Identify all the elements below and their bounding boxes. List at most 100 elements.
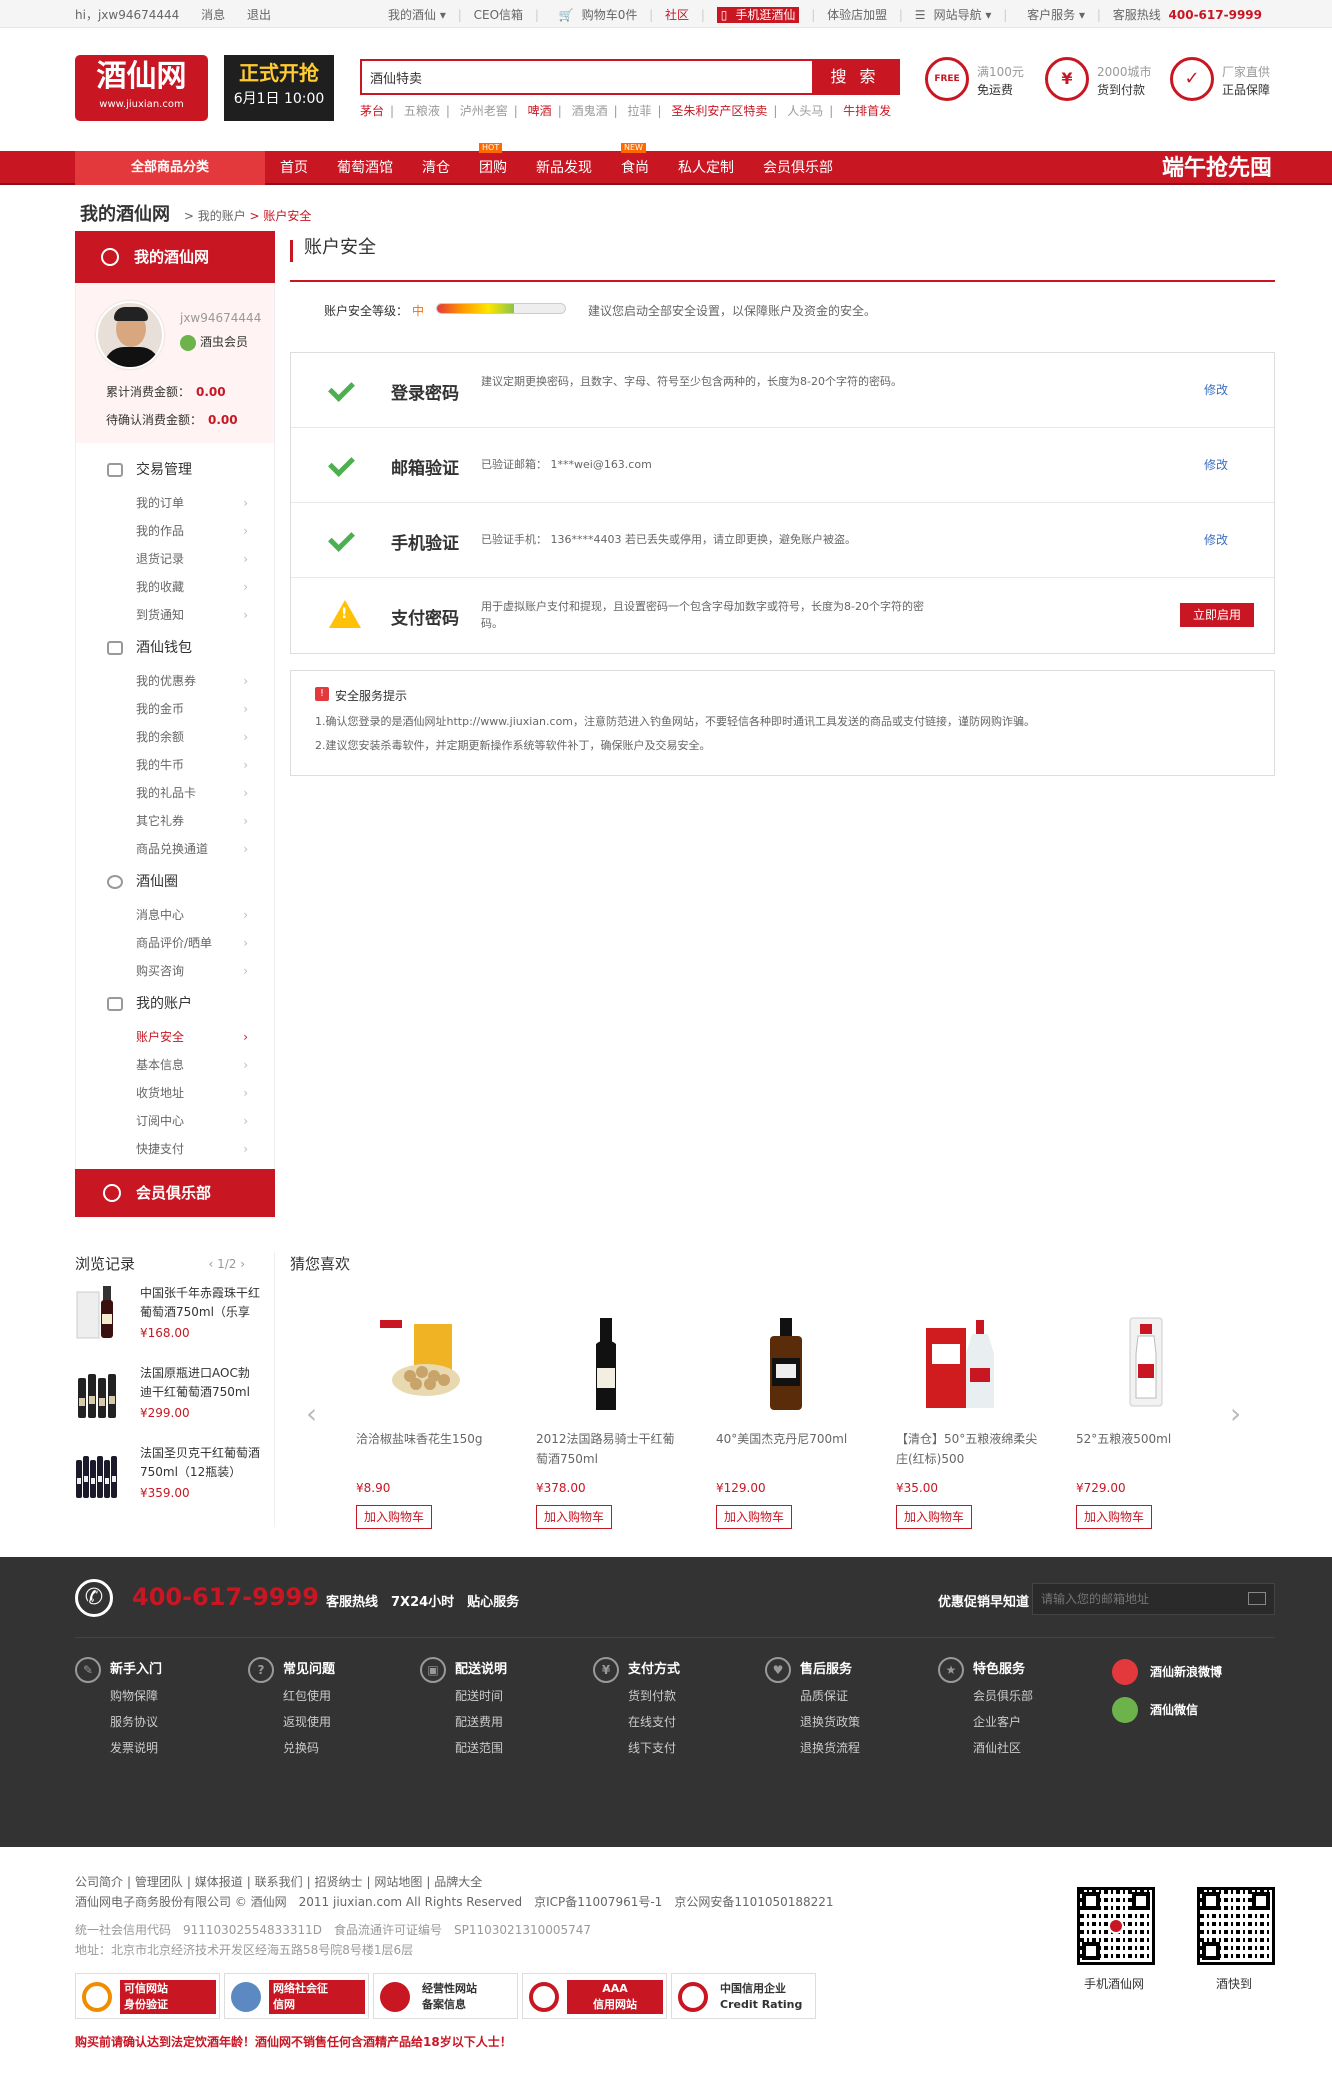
avatar[interactable] xyxy=(96,301,164,369)
bottom-link[interactable]: 招贤纳士 xyxy=(315,1875,363,1889)
hot-word[interactable]: 泸州老窖 xyxy=(460,104,508,118)
nav-item-clearance[interactable]: 清仓 xyxy=(422,151,450,185)
sidebar-item-favorites[interactable]: 我的收藏 › xyxy=(76,573,274,601)
bottom-link[interactable]: 公司简介 xyxy=(75,1875,123,1889)
sidebar-item-quickpay[interactable]: 快捷支付 › xyxy=(76,1135,274,1163)
list-item[interactable]: 法国圣贝克干红葡萄酒750ml（12瓶装） ¥359.00 xyxy=(75,1444,275,1524)
wechat-link[interactable]: 酒仙微信 xyxy=(1112,1697,1272,1723)
nav-item-custom[interactable]: 私人定制 xyxy=(678,151,734,185)
sidebar-item-arrival[interactable]: 到货通知 › xyxy=(76,601,274,629)
messages-link[interactable]: 消息 xyxy=(201,8,225,22)
trust-badge[interactable]: AAA 信用网站 xyxy=(522,1973,667,2019)
list-item[interactable]: 中国张千年赤霞珠干红葡萄酒750ml（乐享 ¥168.00 xyxy=(75,1284,275,1364)
sidebar-item-orders[interactable]: 我的订单 › xyxy=(76,489,274,517)
sidebar-item-other-vouchers[interactable]: 其它礼券 › xyxy=(76,807,274,835)
customer-service-link[interactable]: 客户服务 ▾ xyxy=(1019,8,1085,22)
search-button[interactable]: 搜 索 xyxy=(812,61,898,93)
footer-link[interactable]: 配送时间 xyxy=(420,1683,580,1709)
footer-link[interactable]: 会员俱乐部 xyxy=(938,1683,1098,1709)
footer-link[interactable]: 发票说明 xyxy=(75,1735,235,1761)
enable-pay-password-button[interactable]: 立即启用 xyxy=(1180,603,1254,627)
product-card[interactable]: 2012法国路易骑士干红葡萄酒750ml ¥378.00 加入购物车 xyxy=(536,1314,686,1529)
hot-word[interactable]: 五粮液 xyxy=(404,104,440,118)
trust-badge[interactable]: 中国信用企业 Credit Rating xyxy=(671,1973,816,2019)
footer-link[interactable]: 品质保证 xyxy=(765,1683,925,1709)
footer-link[interactable]: 企业客户 xyxy=(938,1709,1098,1735)
sidebar-item-exchange[interactable]: 商品兑换通道 › xyxy=(76,835,274,863)
footer-link[interactable]: 服务协议 xyxy=(75,1709,235,1735)
sidebar-item-works[interactable]: 我的作品 › xyxy=(76,517,274,545)
footer-link[interactable]: 在线支付 xyxy=(593,1709,753,1735)
sidebar-item-address[interactable]: 收货地址 › xyxy=(76,1079,274,1107)
sidebar-item-niubi[interactable]: 我的牛币 › xyxy=(76,751,274,779)
hot-word[interactable]: 拉菲 xyxy=(627,104,651,118)
modify-phone-link[interactable]: 修改 xyxy=(1204,531,1228,548)
ceo-mailbox-link[interactable]: CEO信箱 xyxy=(474,8,523,22)
bottom-link[interactable]: 品牌大全 xyxy=(434,1875,482,1889)
nav-item-groupbuy[interactable]: HOT 团购 xyxy=(479,143,507,185)
hot-word[interactable]: 茅台 xyxy=(360,104,384,118)
add-to-cart-button[interactable]: 加入购物车 xyxy=(536,1505,612,1529)
sidebar-item-consult[interactable]: 购买咨询 › xyxy=(76,957,274,985)
product-card[interactable]: 【清仓】50°五粮液绵柔尖庄(红标)500 ¥35.00 加入购物车 xyxy=(896,1314,1046,1529)
list-item[interactable]: 法国原瓶进口AOC勃迪干红葡萄酒750ml ¥299.00 xyxy=(75,1364,275,1444)
hot-word[interactable]: 人头马 xyxy=(787,104,823,118)
sidebar-item-balance[interactable]: 我的余额 › xyxy=(76,723,274,751)
promo-banner[interactable]: 正式开抢 6月1日 10:00 xyxy=(224,55,334,121)
nav-item-home[interactable]: 首页 xyxy=(280,151,308,185)
nav-slogan[interactable]: 端午抢先囤 xyxy=(1162,153,1272,183)
store-join-link[interactable]: 体验店加盟 xyxy=(827,8,887,22)
cart-link[interactable]: 🛒 购物车0件 xyxy=(551,8,638,22)
sidebar-item-returns[interactable]: 退货记录 › xyxy=(76,545,274,573)
mobile-link[interactable]: ▯ 手机逛酒仙 xyxy=(716,7,800,23)
browse-pager[interactable]: ‹ 1/2 › xyxy=(208,1252,245,1276)
bottom-link[interactable]: 媒体报道 xyxy=(195,1875,243,1889)
trust-badge[interactable]: 经营性网站 备案信息 xyxy=(373,1973,518,2019)
search-input[interactable] xyxy=(362,61,812,93)
bottom-link[interactable]: 网站地图 xyxy=(374,1875,422,1889)
footer-link[interactable]: 返现使用 xyxy=(248,1709,408,1735)
mail-icon[interactable] xyxy=(1248,1592,1266,1605)
community-link[interactable]: 社区 xyxy=(665,8,689,22)
footer-link[interactable]: 红包使用 xyxy=(248,1683,408,1709)
trust-badge[interactable]: 可信网站 身份验证 xyxy=(75,1973,220,2019)
breadcrumb-home[interactable]: 我的酒仙网 xyxy=(80,204,170,225)
hot-word[interactable]: 圣朱利安产区特卖 xyxy=(671,104,767,118)
site-logo[interactable]: 酒仙网 www.jiuxian.com xyxy=(75,55,208,121)
sidebar-item-giftcard[interactable]: 我的礼品卡 › xyxy=(76,779,274,807)
bottom-link[interactable]: 管理团队 xyxy=(135,1875,183,1889)
sidebar-item-reviews[interactable]: 商品评价/晒单 › xyxy=(76,929,274,957)
hot-word[interactable]: 牛排首发 xyxy=(843,104,891,118)
member-club-button[interactable]: 会员俱乐部 xyxy=(75,1169,275,1217)
footer-link[interactable]: 配送范围 xyxy=(420,1735,580,1761)
sidebar-item-coupons[interactable]: 我的优惠券 › xyxy=(76,667,274,695)
logout-link[interactable]: 退出 xyxy=(247,8,271,22)
product-card[interactable]: 40°美国杰克丹尼700ml ¥129.00 加入购物车 xyxy=(716,1314,866,1529)
all-categories-button[interactable]: 全部商品分类 xyxy=(75,151,265,185)
weibo-link[interactable]: 酒仙新浪微博 xyxy=(1112,1659,1272,1685)
nav-item-food[interactable]: NEW 食尚 xyxy=(621,143,649,185)
hot-word[interactable]: 酒鬼酒 xyxy=(572,104,608,118)
footer-link[interactable]: 配送费用 xyxy=(420,1709,580,1735)
sidebar-item-subscribe[interactable]: 订阅中心 › xyxy=(76,1107,274,1135)
footer-link[interactable]: 酒仙社区 xyxy=(938,1735,1098,1761)
breadcrumb-account[interactable]: > 我的账户 xyxy=(184,209,246,223)
add-to-cart-button[interactable]: 加入购物车 xyxy=(356,1505,432,1529)
chevron-left-icon[interactable]: ‹ xyxy=(306,1397,317,1430)
sidebar-head[interactable]: 我的酒仙网 xyxy=(75,231,275,283)
bottom-link[interactable]: 联系我们 xyxy=(255,1875,303,1889)
sidebar-item-basic-info[interactable]: 基本信息 › xyxy=(76,1051,274,1079)
add-to-cart-button[interactable]: 加入购物车 xyxy=(716,1505,792,1529)
footer-link[interactable]: 货到付款 xyxy=(593,1683,753,1709)
trust-badge[interactable]: 网络社会征 信网 xyxy=(224,1973,369,2019)
product-card[interactable]: 52°五粮液500ml ¥729.00 加入购物车 xyxy=(1076,1314,1226,1529)
email-field[interactable] xyxy=(1033,1584,1233,1614)
chevron-right-icon[interactable]: › xyxy=(1230,1397,1241,1430)
footer-link[interactable]: 购物保障 xyxy=(75,1683,235,1709)
nav-item-club[interactable]: 会员俱乐部 xyxy=(763,151,833,185)
footer-link[interactable]: 线下支付 xyxy=(593,1735,753,1761)
add-to-cart-button[interactable]: 加入购物车 xyxy=(896,1505,972,1529)
sidebar-item-gold[interactable]: 我的金币 › xyxy=(76,695,274,723)
sidebar-item-security[interactable]: 账户安全 › xyxy=(76,1023,274,1051)
footer-link[interactable]: 退换货流程 xyxy=(765,1735,925,1761)
